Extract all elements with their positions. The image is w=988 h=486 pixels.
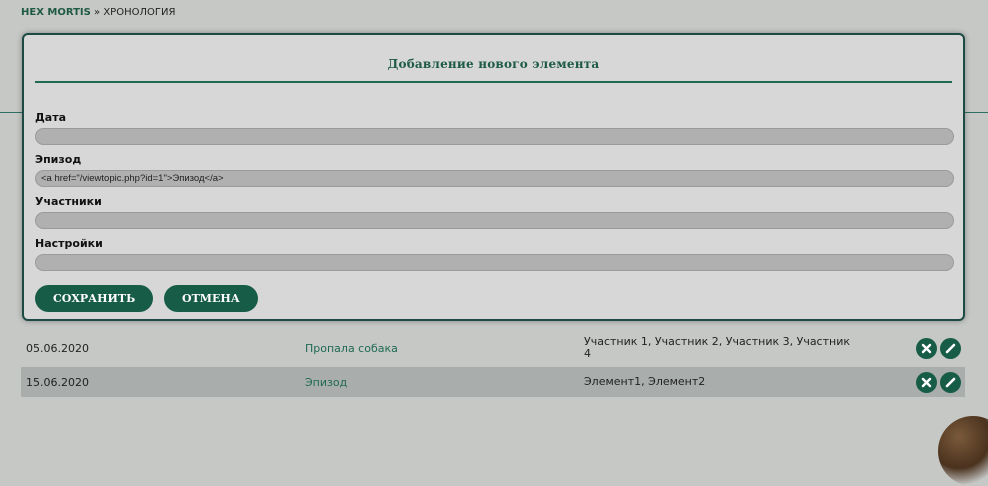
table-row: 15.06.2020 Эпизод Элемент1, Элемент2 — [21, 367, 965, 397]
row-actions — [916, 333, 961, 363]
delete-button[interactable] — [916, 337, 937, 359]
cancel-button[interactable]: ОТМЕНА — [164, 285, 258, 312]
date-input[interactable] — [35, 128, 954, 145]
close-icon — [921, 377, 932, 387]
row-episode-link[interactable]: Эпизод — [305, 367, 347, 397]
decorative-corner-image — [938, 416, 988, 486]
episode-input[interactable] — [35, 170, 954, 187]
breadcrumb-separator: » — [90, 7, 104, 18]
row-actions — [916, 367, 961, 397]
participants-label: Участники — [35, 195, 102, 208]
pencil-icon — [945, 377, 956, 387]
row-date: 15.06.2020 — [26, 375, 89, 389]
row-date: 05.06.2020 — [26, 341, 89, 355]
participants-input[interactable] — [35, 212, 954, 229]
breadcrumb-home-link[interactable]: HEX MORTIS — [21, 7, 91, 18]
breadcrumb-current: ХРОНОЛОГИЯ — [103, 7, 176, 18]
breadcrumb: HEX MORTIS » ХРОНОЛОГИЯ — [21, 7, 175, 18]
date-label: Дата — [35, 111, 67, 124]
edit-button[interactable] — [940, 337, 961, 359]
pencil-icon — [945, 343, 956, 353]
table-row: 05.06.2020 Пропала собака Участник 1, Уч… — [21, 333, 965, 363]
dialog-title-divider — [35, 81, 952, 83]
close-icon — [921, 343, 932, 353]
row-participants: Участник 1, Участник 2, Участник 3, Учас… — [584, 335, 850, 360]
delete-button[interactable] — [916, 371, 937, 393]
row-episode-link[interactable]: Пропала собака — [305, 333, 398, 363]
settings-label: Настройки — [35, 237, 103, 250]
divider-line-right — [965, 112, 988, 113]
settings-input[interactable] — [35, 254, 954, 271]
save-button[interactable]: СОХРАНИТЬ — [35, 285, 154, 312]
add-element-dialog: Добавление нового элемента Дата Эпизод У… — [22, 33, 965, 321]
dialog-title: Добавление нового элемента — [387, 57, 600, 71]
row-participants: Элемент1, Элемент2 — [584, 375, 706, 388]
episode-label: Эпизод — [35, 153, 82, 166]
edit-button[interactable] — [940, 371, 961, 393]
divider-line-left — [0, 112, 22, 113]
